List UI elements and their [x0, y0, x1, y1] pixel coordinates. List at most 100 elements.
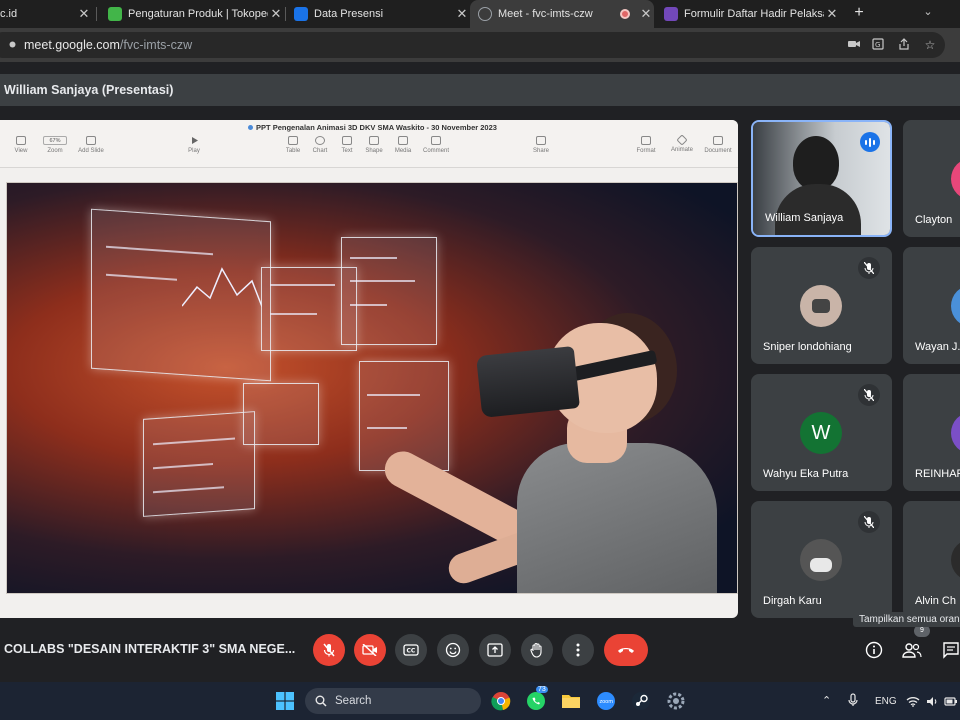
toolbar-share-label: Share	[532, 148, 549, 154]
speaking-indicator-icon	[860, 132, 880, 152]
browser-toolbar: meet.google.com/fvc-imts-czw G ☆	[0, 28, 960, 62]
raise-hand-button[interactable]	[521, 634, 553, 666]
participant-tile-william[interactable]: William Sanjaya	[751, 120, 892, 237]
reactions-button[interactable]	[437, 634, 469, 666]
whatsapp-app-icon[interactable]	[525, 690, 547, 712]
windows-taskbar: Search 73 zoom ⌃ ENG	[0, 682, 960, 720]
address-bar[interactable]: meet.google.com/fvc-imts-czw	[0, 32, 945, 58]
tab-search-chevron-down-icon[interactable]: ⌄	[920, 5, 936, 21]
participant-tile-alvin[interactable]: Alvin Ch	[903, 501, 960, 618]
data-presensi-favicon-icon	[294, 7, 308, 21]
holo-line	[152, 486, 225, 494]
participant-tile-wahyu[interactable]: W Wahyu Eka Putra	[751, 374, 892, 491]
settings-gear-icon[interactable]	[665, 690, 687, 712]
shape-icon	[369, 136, 379, 145]
people-tooltip: Tampilkan semua oran	[853, 612, 960, 627]
translate-icon[interactable]: G	[870, 38, 886, 53]
new-tab-button[interactable]: +	[850, 4, 868, 24]
toolbar-format: Format	[631, 136, 661, 154]
tab-3[interactable]: Data Presensi ✕	[286, 0, 470, 28]
volume-icon[interactable]	[926, 694, 939, 712]
taskbar-search-box[interactable]: Search	[305, 688, 481, 714]
table-icon	[288, 136, 298, 145]
participant-tile-dirgah[interactable]: Dirgah Karu	[751, 501, 892, 618]
file-explorer-app-icon[interactable]	[560, 690, 582, 712]
people-icon	[902, 643, 922, 658]
holo-line-chart-icon	[182, 267, 262, 307]
more-options-button[interactable]	[562, 634, 594, 666]
tab-1[interactable]: c.id ✕	[0, 0, 92, 28]
camera-toggle-button[interactable]	[354, 634, 386, 666]
input-language[interactable]: ENG	[875, 696, 897, 707]
document-title: PPT Pengenalan Animasi 3D DKV SMA Waskit…	[0, 123, 738, 132]
participant-tile-reinhar[interactable]: REINHAR	[903, 374, 960, 491]
search-label: Search	[335, 695, 372, 707]
holo-line	[106, 273, 178, 281]
microphone-tray-icon[interactable]	[848, 693, 858, 712]
site-info-icon[interactable]	[8, 40, 18, 50]
tab-5[interactable]: Formulir Daftar Hadir Pelaksana ✕	[656, 0, 840, 28]
avatar	[951, 412, 960, 454]
toolbar-table-label: Table	[285, 148, 301, 154]
participant-name: Dirgah Karu	[763, 595, 822, 607]
battery-icon[interactable]	[944, 694, 958, 712]
steam-app-icon[interactable]	[630, 690, 652, 712]
mic-toggle-button[interactable]	[313, 634, 345, 666]
share-doc-icon	[536, 136, 546, 145]
toolbar-animate-label: Animate	[670, 147, 693, 153]
woman-body	[517, 443, 717, 593]
chrome-app-icon[interactable]	[490, 690, 512, 712]
tab-4-title: Meet - fvc-imts-czw	[498, 8, 593, 20]
holo-line	[152, 437, 236, 446]
mic-off-icon	[858, 384, 880, 406]
toolbar-add-slide: Add Slide	[76, 136, 106, 154]
meeting-info-button[interactable]	[863, 639, 885, 661]
windows-start-icon[interactable]	[274, 690, 296, 712]
participant-tile-wayan[interactable]: Wayan J...	[903, 247, 960, 364]
tab-close-icon[interactable]: ✕	[638, 6, 654, 22]
share-icon[interactable]	[896, 38, 912, 53]
search-icon	[315, 695, 327, 707]
people-button[interactable]	[901, 639, 923, 661]
participant-tile-sniper[interactable]: Sniper londohiang	[751, 247, 892, 364]
document-title-text: PPT Pengenalan Animasi 3D DKV SMA Waskit…	[256, 123, 497, 132]
toolbar-table: Table	[278, 136, 308, 154]
url-path: /fvc-imts-czw	[119, 38, 193, 52]
participant-tile-clayton[interactable]: Clayton	[903, 120, 960, 237]
tab-close-icon[interactable]: ✕	[76, 6, 92, 22]
bookmark-star-icon[interactable]: ☆	[922, 38, 938, 52]
chat-button[interactable]	[940, 639, 960, 661]
present-screen-icon	[487, 643, 503, 657]
toolbar-text: Text	[332, 136, 362, 154]
captions-button[interactable]: CC	[395, 634, 427, 666]
holo-line	[349, 257, 397, 260]
avatar	[800, 539, 842, 581]
tab-4-active[interactable]: Meet - fvc-imts-czw ✕	[470, 0, 654, 28]
tab-close-icon[interactable]: ✕	[454, 6, 470, 22]
tab-1-title: c.id	[0, 8, 18, 20]
participant-name: Alvin Ch	[915, 595, 956, 607]
toolbar-media-label: Media	[394, 148, 412, 154]
tab-close-icon[interactable]: ✕	[824, 6, 840, 22]
toolbar-document: Document	[703, 136, 733, 154]
avatar	[951, 285, 960, 327]
present-screen-button[interactable]	[479, 634, 511, 666]
tab-2[interactable]: Pengaturan Produk | Tokopedia ✕	[100, 0, 284, 28]
toolbar-zoom: 67% Zoom	[40, 136, 70, 154]
recording-indicator-icon	[620, 9, 630, 19]
leave-call-button[interactable]	[604, 634, 648, 666]
camera-icon[interactable]	[846, 38, 862, 52]
avatar: W	[800, 412, 842, 454]
show-hidden-icons-chevron-up-icon[interactable]: ⌃	[822, 694, 831, 707]
holo-line	[106, 245, 214, 255]
holo-line	[152, 463, 214, 470]
wifi-icon[interactable]	[906, 694, 920, 712]
toolbar-media: Media	[388, 136, 418, 154]
shared-screen[interactable]: PPT Pengenalan Animasi 3D DKV SMA Waskit…	[0, 120, 738, 618]
tab-close-icon[interactable]: ✕	[268, 6, 284, 22]
toolbar-zoom-label: Zoom	[47, 148, 63, 154]
holo-panel-map	[243, 383, 319, 445]
zoom-app-icon[interactable]: zoom	[595, 690, 617, 712]
toolbar-comment: Comment	[421, 136, 451, 154]
mic-off-icon	[858, 257, 880, 279]
